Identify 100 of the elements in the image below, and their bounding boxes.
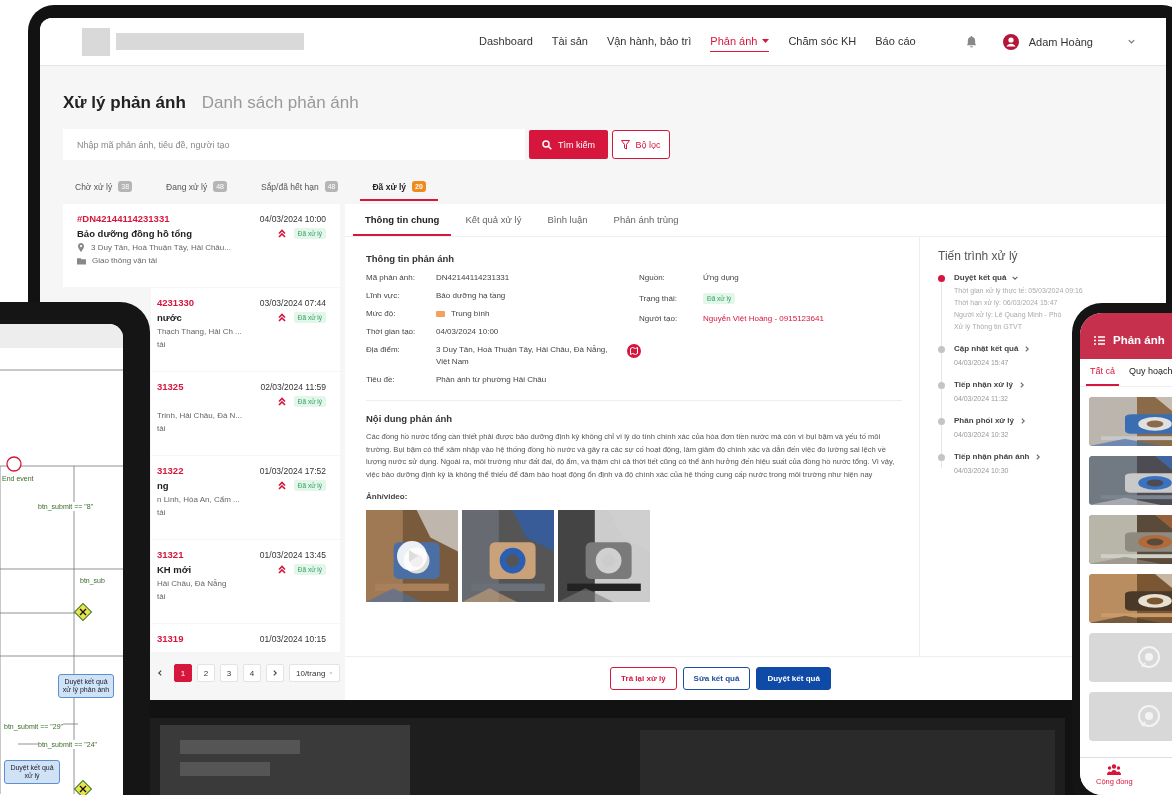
field-label: Trạng thái: [639, 293, 678, 303]
action-button[interactable]: Sửa kết quả [682, 667, 751, 690]
report-title: nước [157, 312, 182, 323]
report-id: 31319 [157, 633, 184, 644]
nav-link[interactable]: Chăm sóc KH [788, 31, 857, 52]
caret-icon [1127, 37, 1136, 46]
search-button[interactable]: Tìm kiếm [529, 130, 608, 159]
page-size-select[interactable]: 10/trang [289, 664, 340, 682]
field-label: Mã phản ánh: [366, 272, 416, 282]
report-location: Trinh, Hải Châu, Đà N... [157, 411, 243, 420]
nav-link[interactable]: Báo cáo [875, 31, 916, 52]
play-icon[interactable] [396, 539, 428, 572]
nav-link[interactable]: Tài sản [551, 31, 588, 52]
report-title: KH mới [157, 564, 192, 575]
chevron-right-icon [1023, 344, 1032, 353]
priority-level-icon [436, 311, 445, 317]
section-title: Thông tin phản ánh [366, 253, 456, 264]
report-category: Giao thông vận tải [92, 256, 157, 265]
detail-tab[interactable]: Kết quả xử lý [453, 214, 534, 236]
report-location: 3 Duy Tân, Hoà Thuận Tây, Hải Châu... [91, 243, 231, 252]
action-button[interactable]: Duyệt kết quả [756, 667, 831, 690]
step-title[interactable]: Tiếp nhận phản ánh [954, 452, 1043, 461]
field-value: 3 Duy Tân, Hoà Thuận Tây, Hải Châu, Đà Nẵng, Việt Nam [436, 344, 609, 368]
gateway-icon [74, 603, 92, 621]
bell-icon[interactable] [965, 35, 977, 48]
filter-button[interactable]: Bộ lọc [612, 130, 670, 159]
step-title[interactable]: Cập nhật kết quả [954, 344, 1032, 353]
creator-link[interactable]: Nguyễn Việt Hoàng - 0915123641 [703, 313, 824, 325]
chevron-left-icon [156, 669, 164, 677]
phone-tab[interactable]: Quy hoạch [1125, 366, 1172, 386]
field-value: Phản ánh từ phường Hải Châu [436, 374, 547, 386]
report-id: 31321 [157, 549, 184, 560]
detail-tab[interactable]: Thông tin chung [353, 214, 452, 236]
page-button[interactable]: 2 [197, 664, 215, 682]
gateway-icon [74, 780, 92, 795]
field-value: DN42144114231331 [436, 272, 510, 284]
phone-title: Phản ánh [1113, 334, 1165, 346]
report-location: n Linh, Hòa An, Cẩm ... [157, 495, 240, 504]
page-title: Xử lý phản ánh [63, 93, 186, 113]
report-date: 03/03/2024 07:44 [259, 297, 326, 308]
report-date: 01/03/2024 10:15 [259, 633, 326, 644]
report-category: tải [157, 508, 166, 517]
nav-link[interactable]: Vận hành, bảo trì [606, 31, 692, 52]
caret-icon [762, 39, 770, 43]
detail-tab[interactable]: Phản ánh trùng [601, 214, 691, 236]
menu-icon[interactable] [1094, 335, 1105, 345]
avatar-icon[interactable] [1002, 33, 1019, 50]
action-button[interactable]: Trả lại xử lý [610, 667, 677, 690]
report-date: 02/03/2024 11:59 [260, 381, 326, 392]
field-label: Nguồn: [639, 272, 666, 282]
user-name[interactable]: Adam Hoàng [1028, 35, 1093, 48]
report-category: tải [157, 340, 166, 349]
field-label: Người tạo: [639, 313, 679, 323]
report-id: 31325 [157, 381, 184, 392]
step-title[interactable]: Phân phối xử lý [954, 416, 1028, 425]
priority-icon [277, 565, 286, 574]
filter-icon [621, 139, 631, 150]
chevron-right-icon [271, 669, 279, 677]
field-value: Ứng dụng [703, 272, 739, 284]
section-title: Nội dung phản ánh [366, 413, 453, 424]
field-value: 04/03/2024 10:00 [436, 326, 499, 338]
page-button[interactable]: 1 [174, 664, 192, 682]
priority-icon [277, 481, 286, 490]
image-placeholder-icon [1136, 703, 1162, 730]
field-label: Tiêu đề: [366, 374, 396, 384]
step-title[interactable]: Tiếp nhận xử lý [954, 380, 1026, 389]
nav-link[interactable]: Dashboard [479, 31, 533, 52]
folder-icon [77, 256, 86, 265]
report-location: Hải Châu, Đà Nẵng [157, 579, 227, 588]
search-field[interactable]: Nhập mã phản ánh, tiêu đề, người tạo [63, 129, 525, 160]
report-id: 31322 [157, 465, 184, 476]
report-title: ng [157, 480, 169, 491]
page-button[interactable]: 3 [220, 664, 238, 682]
report-date: 04/03/2024 10:00 [259, 213, 326, 224]
page-button[interactable]: 4 [243, 664, 261, 682]
timeline-title: Tiến trình xử lý [938, 249, 1019, 263]
priority-icon [277, 229, 286, 238]
report-list-item[interactable]: 31319 01/03/2024 10:15 [151, 624, 340, 652]
field-value: Trung bình [451, 308, 490, 320]
detail-tab[interactable]: Bình luận [535, 214, 600, 236]
report-title: Bảo dưỡng đồng hồ tổng [77, 228, 192, 239]
chevron-right-icon [1019, 416, 1028, 425]
image-placeholder-icon [1136, 644, 1162, 671]
field-label: Địa điểm: [366, 344, 401, 354]
report-date: 01/03/2024 17:52 [259, 465, 326, 476]
report-location: Thạch Thang, Hải Ch ... [157, 327, 242, 336]
step-title[interactable]: Duyệt kết quả [954, 273, 1083, 282]
people-icon [1107, 764, 1122, 775]
end-event-icon [6, 456, 22, 472]
nav-link[interactable]: Phản ánh [710, 31, 770, 52]
report-category: tải [157, 592, 166, 601]
logo-placeholder [82, 27, 110, 56]
map-icon[interactable] [627, 344, 641, 358]
phone-tab[interactable]: Tất cả [1086, 366, 1119, 386]
field-label: Thời gian tạo: [366, 326, 417, 336]
location-pin-icon [77, 243, 85, 252]
report-id: 4231330 [157, 297, 194, 308]
field-label: Lĩnh vực: [366, 290, 401, 300]
field-value: Bảo dưỡng hạ tầng [436, 290, 506, 302]
priority-icon [277, 313, 286, 322]
